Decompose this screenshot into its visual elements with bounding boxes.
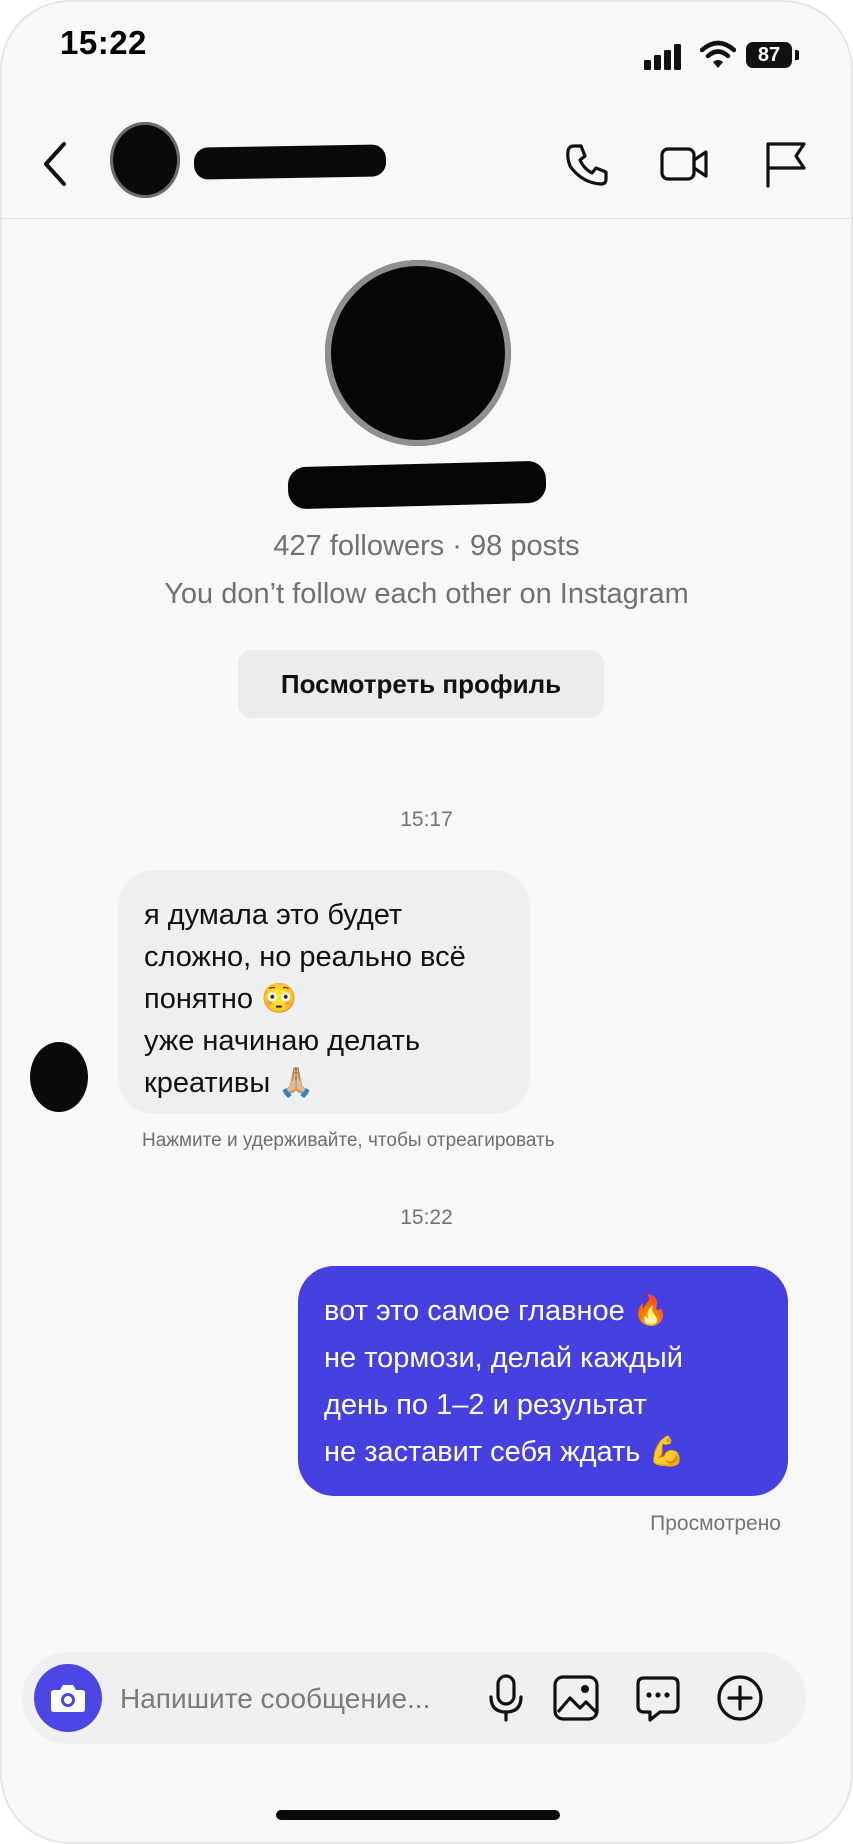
chat-header xyxy=(0,110,853,219)
message-timestamp: 15:17 xyxy=(400,808,453,831)
home-indicator xyxy=(276,1810,560,1820)
message-timestamp: 15:22 xyxy=(400,1206,453,1229)
message-line: не тормози, делай каждый xyxy=(324,1342,683,1374)
message-composer xyxy=(22,1652,806,1744)
profile-name-redacted xyxy=(287,460,547,510)
sender-avatar[interactable] xyxy=(30,1042,88,1112)
message-line: не заставит себя ждать 💪 xyxy=(324,1436,685,1468)
contact-avatar[interactable] xyxy=(110,122,180,198)
incoming-message-bubble[interactable]: я думала это будет сложно, но реально вс… xyxy=(118,870,530,1114)
profile-avatar-redacted xyxy=(325,260,511,446)
add-icon[interactable] xyxy=(714,1672,766,1724)
message-line: уже начинаю делать xyxy=(144,1025,421,1057)
sticker-message-icon[interactable] xyxy=(632,1672,684,1724)
profile-stats: 427 followers · 98 posts xyxy=(273,530,580,562)
message-line: сложно, но реально всё xyxy=(144,941,466,973)
battery-nub xyxy=(795,50,799,60)
message-line: креативы 🙏🏼 xyxy=(144,1067,315,1099)
wifi-icon xyxy=(700,40,736,68)
contact-name-redacted[interactable] xyxy=(193,144,387,180)
message-line: понятно 😳 xyxy=(144,983,298,1015)
flag-icon[interactable] xyxy=(760,136,812,192)
message-line: день по 1–2 и результат xyxy=(324,1389,647,1421)
back-icon[interactable] xyxy=(36,136,76,192)
message-line: я думала это будет xyxy=(144,899,403,931)
status-time: 15:22 xyxy=(60,24,147,61)
cellular-signal-icon xyxy=(644,44,681,70)
gallery-icon[interactable] xyxy=(550,1672,602,1724)
phone-screen: 15:22 87 427 followers · 98 posts You do… xyxy=(0,0,853,1844)
seen-status: Просмотрено xyxy=(650,1512,781,1535)
camera-icon xyxy=(51,1685,85,1712)
message-line: вот это самое главное 🔥 xyxy=(324,1295,669,1327)
view-profile-button[interactable]: Посмотреть профиль xyxy=(238,650,604,718)
reaction-hint: Нажмите и удерживайте, чтобы отреагирова… xyxy=(142,1130,555,1151)
phone-icon[interactable] xyxy=(560,136,612,192)
message-input[interactable] xyxy=(118,1674,482,1724)
outgoing-message-bubble[interactable]: вот это самое главное 🔥 не тормози, дела… xyxy=(298,1266,788,1496)
video-camera-icon[interactable] xyxy=(658,136,710,192)
battery-indicator: 87 xyxy=(746,42,792,68)
microphone-icon[interactable] xyxy=(480,1672,532,1724)
status-bar: 15:22 87 xyxy=(0,0,853,100)
follow-relation-text: You don’t follow each other on Instagram xyxy=(164,578,689,610)
camera-button[interactable] xyxy=(34,1664,102,1732)
